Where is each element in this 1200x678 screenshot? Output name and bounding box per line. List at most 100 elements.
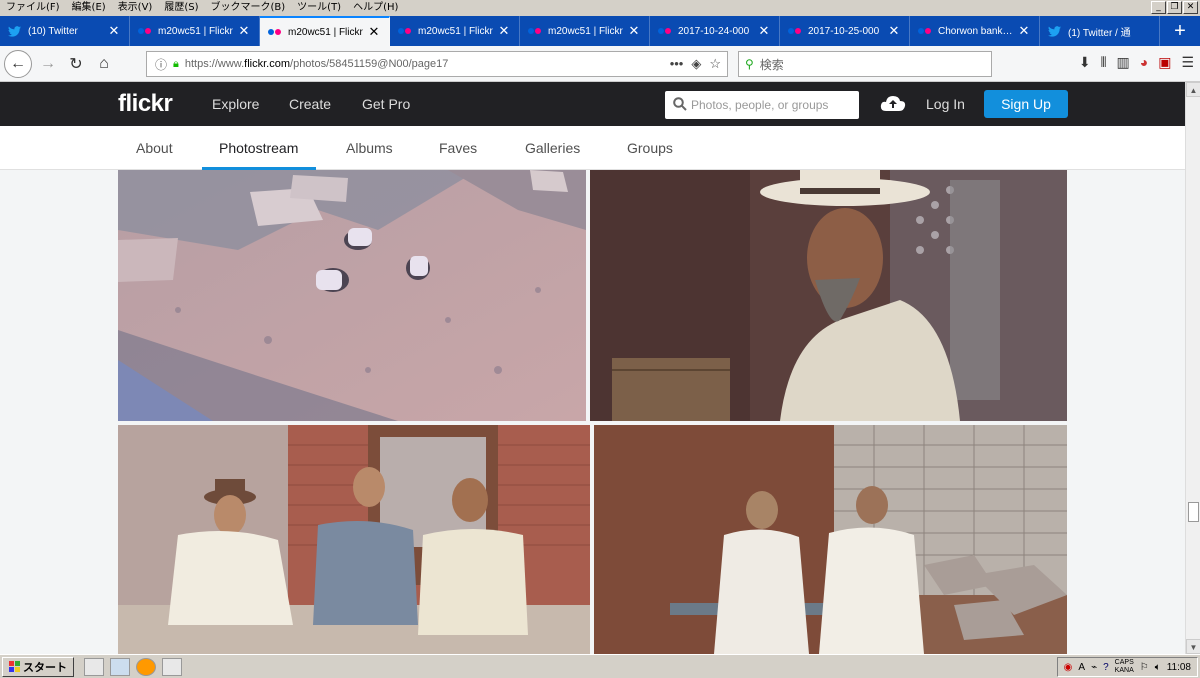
browser-tab[interactable]: 2017-10-25-000 ✕ (780, 16, 910, 46)
info-icon[interactable]: ⓘ (155, 56, 167, 73)
flickr-header: flickr Explore Create Get Pro Photos, pe… (0, 82, 1185, 126)
download-icon[interactable]: ⬇ (1079, 54, 1091, 71)
bookmark-star-icon[interactable]: ☆ (709, 56, 721, 72)
scroll-thumb[interactable] (1188, 502, 1199, 522)
menu-view[interactable]: 表示(V) (112, 0, 159, 16)
nav-explore[interactable]: Explore (212, 96, 259, 112)
app-icon[interactable] (162, 657, 182, 676)
start-button[interactable]: スタート (2, 656, 74, 677)
close-icon[interactable]: ✕ (1183, 1, 1198, 14)
caps-kana-indicator: CAPS KANA (1115, 659, 1134, 675)
more-actions-icon[interactable]: ••• (670, 56, 684, 72)
tab-about[interactable]: About (136, 140, 173, 156)
search-engine-icon[interactable]: ⚲ (745, 57, 754, 71)
flag-icon[interactable]: ⚐ (1140, 662, 1149, 673)
browser-tab-active[interactable]: m20wc51 | Flickr ✕ (260, 16, 390, 46)
tab-close-icon[interactable]: ✕ (887, 23, 901, 39)
addon-icon[interactable]: ◕ (1140, 54, 1148, 71)
browser-tab[interactable]: 2017-10-24-000 ✕ (650, 16, 780, 46)
menu-tools[interactable]: ツール(T) (291, 0, 347, 16)
pocket-icon[interactable]: ◈ (691, 56, 701, 72)
tab-close-icon[interactable]: ✕ (1017, 23, 1031, 39)
search-bar[interactable]: ⚲ 検索 (738, 51, 992, 77)
tab-close-icon[interactable]: ✕ (627, 23, 641, 39)
url-prefix: https://www. (184, 58, 245, 70)
photo-tile[interactable] (590, 170, 1067, 421)
tab-galleries[interactable]: Galleries (525, 140, 580, 156)
ime-icon[interactable]: ◉ (1064, 662, 1073, 673)
network-icon[interactable]: ⌁ (1091, 662, 1097, 673)
help-icon[interactable]: ? (1103, 662, 1109, 673)
new-tab-icon[interactable]: + (1160, 16, 1200, 46)
nav-create[interactable]: Create (289, 96, 331, 112)
library-icon[interactable]: ⫴ (1101, 54, 1107, 71)
home-icon[interactable]: ⌂ (90, 50, 118, 78)
browser-tab[interactable]: (10) Twitter ✕ (0, 16, 130, 46)
login-link[interactable]: Log In (926, 96, 965, 112)
start-label: スタート (23, 660, 67, 674)
profile-subnav: About Photostream Albums Faves Galleries… (0, 126, 1185, 170)
photo-tile[interactable] (118, 170, 586, 421)
photo-tile[interactable] (118, 425, 590, 654)
tab-photostream[interactable]: Photostream (219, 140, 298, 156)
flickr-logo[interactable]: flickr (118, 90, 173, 118)
tab-groups[interactable]: Groups (627, 140, 673, 156)
tab-close-icon[interactable]: ✕ (107, 23, 121, 39)
back-icon[interactable]: ← (4, 49, 32, 78)
tab-close-icon[interactable]: ✕ (757, 23, 771, 39)
flickr-icon (398, 25, 412, 37)
tab-faves[interactable]: Faves (439, 140, 477, 156)
browser-tab[interactable]: m20wc51 | Flickr ✕ (390, 16, 520, 46)
logo-text: flickr (118, 90, 173, 117)
reload-icon[interactable]: ↻ (62, 50, 90, 78)
explorer-icon[interactable] (84, 657, 104, 676)
tab-title: (1) Twitter / 通 (1068, 27, 1131, 39)
nav-get-pro[interactable]: Get Pro (362, 96, 410, 112)
tab-albums[interactable]: Albums (346, 140, 393, 156)
flickr-icon (138, 25, 152, 37)
search-icon (673, 96, 691, 114)
pdf-icon[interactable]: ▣ (1158, 54, 1171, 71)
twitter-icon (1048, 25, 1062, 37)
browser-tab[interactable]: (1) Twitter / 通 (1040, 16, 1160, 46)
sidebar-icon[interactable]: ▥ (1117, 54, 1130, 71)
tab-close-icon[interactable]: ✕ (497, 23, 511, 39)
menu-help[interactable]: ヘルプ(H) (347, 0, 404, 16)
minimize-icon[interactable]: _ (1151, 1, 1166, 14)
vertical-scrollbar[interactable]: ▲ ▼ (1185, 82, 1200, 654)
flickr-icon (528, 25, 542, 37)
restore-icon[interactable]: ❐ (1167, 1, 1182, 14)
menu-bookmarks[interactable]: ブックマーク(B) (205, 0, 292, 16)
flickr-icon (658, 25, 672, 37)
scroll-down-icon[interactable]: ▼ (1186, 639, 1200, 654)
forward-icon[interactable]: → (34, 50, 62, 78)
browser-tab[interactable]: Chorwon bank,19 ✕ (910, 16, 1040, 46)
photo-old-man-hat (590, 170, 1067, 421)
taskbar: スタート ◉ A ⌁ ? CAPS KANA ⚐ 🔈︎ 11:08 (0, 654, 1200, 678)
ie-icon[interactable] (110, 657, 130, 676)
tab-close-icon[interactable]: ✕ (237, 23, 251, 39)
menu-edit[interactable]: 編集(E) (66, 0, 112, 16)
browser-tab[interactable]: m20wc51 | Flickr ✕ (520, 16, 650, 46)
signup-button[interactable]: Sign Up (984, 90, 1068, 118)
system-tray: ◉ A ⌁ ? CAPS KANA ⚐ 🔈︎ 11:08 (1056, 657, 1198, 677)
firefox-icon[interactable] (136, 657, 156, 676)
ime-mode-icon[interactable]: A (1078, 662, 1085, 673)
browser-tab[interactable]: m20wc51 | Flickr ✕ (130, 16, 260, 46)
scroll-up-icon[interactable]: ▲ (1186, 82, 1200, 97)
photo-tile[interactable] (594, 425, 1067, 654)
menu-hamburger-icon[interactable]: ☰ (1181, 54, 1194, 71)
menu-history[interactable]: 履歴(S) (158, 0, 204, 16)
tab-title: 2017-10-25-000 (808, 25, 880, 37)
tab-close-icon[interactable]: ✕ (367, 24, 381, 40)
kana-label: KANA (1114, 667, 1134, 674)
search-placeholder: 検索 (759, 57, 784, 72)
volume-icon[interactable]: 🔈︎ (1155, 662, 1161, 673)
flickr-search-input[interactable]: Photos, people, or groups (665, 91, 859, 119)
tab-title: (10) Twitter (28, 25, 78, 37)
photo-riverbank (118, 170, 586, 421)
upload-cloud-icon[interactable] (880, 94, 906, 117)
address-bar[interactable]: ⓘ 🔒︎ https://www.flickr.com/photos/58451… (146, 51, 728, 77)
menu-file[interactable]: ファイル(F) (0, 0, 66, 16)
tab-title: 2017-10-24-000 (678, 25, 750, 37)
